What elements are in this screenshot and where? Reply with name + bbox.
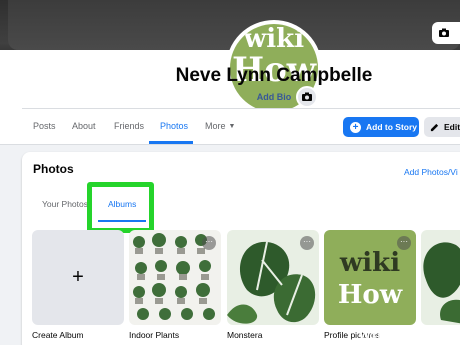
edit-cover-button[interactable] [432, 22, 460, 44]
more-options-icon[interactable]: ··· [300, 236, 314, 250]
albums-highlight-box [87, 182, 154, 233]
album-profile-pictures[interactable]: wiki How ··· Profile pictures [324, 230, 416, 340]
tab-more[interactable]: More ▼ [205, 121, 235, 131]
add-photos-video-link[interactable]: Add Photos/Vi [404, 167, 458, 177]
tab-more-label: More [205, 121, 226, 131]
profile-pictures-thumbnail[interactable]: wiki How ··· [324, 230, 416, 325]
tab-your-photos[interactable]: Your Photos [42, 199, 88, 209]
photos-card: Photos Add Photos/Vi Your Photos Albums … [22, 152, 460, 345]
active-tab-indicator [149, 141, 193, 144]
tab-photos[interactable]: Photos [160, 121, 188, 131]
add-to-story-button[interactable]: + Add to Story [343, 117, 419, 137]
watermark: wikiHow [358, 325, 430, 343]
edit-profile-button[interactable]: Edit [424, 117, 460, 137]
monstera-thumbnail[interactable]: ··· [227, 230, 319, 325]
album-indoor-plants[interactable]: ··· Indoor Plants [129, 230, 221, 340]
more-options-icon[interactable]: ··· [202, 236, 216, 250]
photos-title: Photos [33, 162, 74, 176]
profile-name: Neve Lynn Campbelle [175, 65, 373, 86]
thumbnail-text-line1: wiki [339, 248, 401, 278]
camera-icon [439, 28, 449, 37]
plus-icon: + [72, 266, 84, 288]
album-label: Indoor Plants [129, 330, 180, 340]
caret-down-icon: ▼ [228, 123, 236, 130]
tab-posts[interactable]: Posts [33, 121, 56, 131]
profile-nav: Posts About Friends Photos More ▼ + Add t… [0, 109, 460, 145]
partial-album-thumbnail[interactable] [421, 230, 460, 325]
add-bio-link[interactable]: Add Bio [0, 92, 460, 102]
monstera-leaf-illustration [423, 242, 460, 324]
more-options-icon[interactable]: ··· [397, 236, 411, 250]
plus-icon: + [350, 121, 361, 133]
edit-profile-label: Edit [444, 122, 460, 132]
album-create[interactable]: + Create Album [32, 230, 124, 340]
indoor-plants-thumbnail[interactable]: ··· [129, 230, 221, 325]
pencil-icon [430, 123, 439, 131]
tab-about[interactable]: About [72, 121, 96, 131]
album-monstera[interactable]: ··· Monstera [227, 230, 319, 340]
album-label: Create Album [32, 330, 84, 340]
album-partial[interactable] [421, 230, 460, 330]
thumbnail-text-line2: How [337, 280, 403, 310]
add-to-story-label: Add to Story [366, 122, 417, 132]
album-label: Monstera [227, 330, 263, 340]
create-album-thumbnail[interactable]: + [32, 230, 124, 325]
tab-friends[interactable]: Friends [114, 121, 144, 131]
